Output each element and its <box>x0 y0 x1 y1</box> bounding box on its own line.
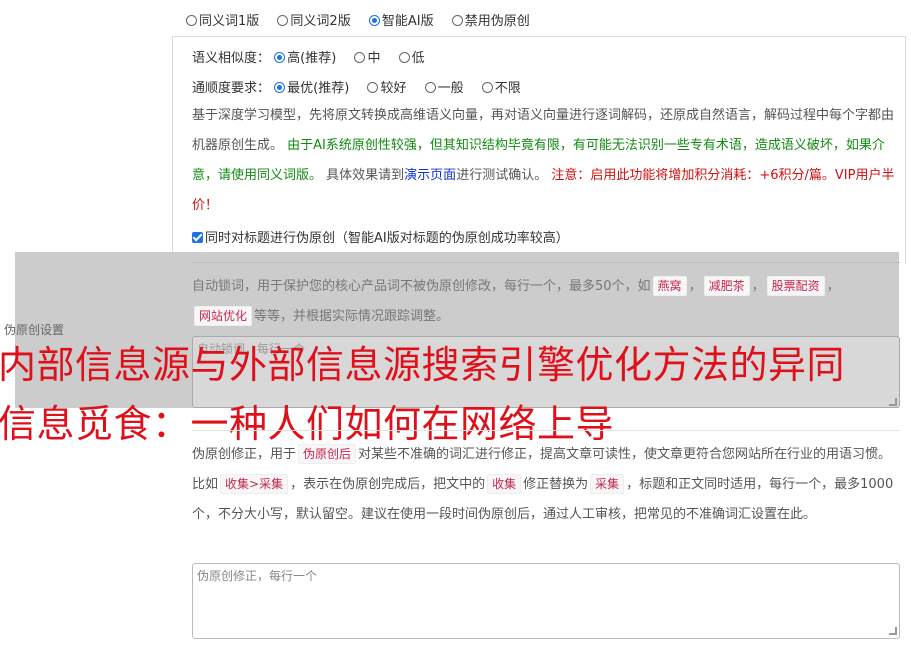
lock-words-text: 自动锁词，用于保护您的核心产品词不被伪原创修改，每行一个，最多50个，如 <box>192 279 651 294</box>
ai-description: 基于深度学习模型，先将原文转换成高维语义向量，再对语义向量进行逐词解码，还原成自… <box>192 101 900 221</box>
example-tag: 网站优化 <box>194 306 253 326</box>
correction-text: 伪原创修正，用于 <box>192 447 297 462</box>
example-tag: 采集 <box>590 474 625 494</box>
option-label: 高(推荐) <box>287 51 337 66</box>
radio-icon[interactable] <box>277 15 289 26</box>
resize-handle-icon[interactable] <box>889 398 897 406</box>
lock-words-text: 等等，并根据实际情况跟踪调整。 <box>254 309 450 324</box>
fluency-option-best[interactable]: 最优(推荐) <box>274 81 349 96</box>
radio-icon[interactable] <box>481 82 493 93</box>
fluency-row: 通顺度要求： 最优(推荐) 较好 一般 不限 <box>192 77 535 96</box>
radio-icon[interactable] <box>398 52 410 63</box>
mode-options: 同义词1版 同义词2版 智能AI版 禁用伪原创 <box>186 10 544 29</box>
example-tag: 收集>采集 <box>220 474 289 494</box>
option-label: 中 <box>367 51 381 66</box>
description-text: 进行测试确认。 <box>456 168 548 183</box>
similarity-option-low[interactable]: 低 <box>398 51 425 66</box>
correction-input[interactable]: 伪原创修正，每行一个 <box>192 563 900 639</box>
option-label: 低 <box>411 51 425 66</box>
fluency-option-good[interactable]: 较好 <box>367 81 406 96</box>
similarity-row: 语义相似度： 高(推荐) 中 低 <box>192 47 439 66</box>
title-rewrite-option[interactable]: 同时对标题进行伪原创（智能AI版对标题的伪原创成功率较高） <box>192 227 569 246</box>
title-rewrite-label: 同时对标题进行伪原创（智能AI版对标题的伪原创成功率较高） <box>205 231 569 246</box>
mode-option-label: 同义词2版 <box>290 14 351 29</box>
option-label: 不限 <box>494 81 521 96</box>
mode-option-ai[interactable]: 智能AI版 <box>368 14 434 29</box>
option-label: 一般 <box>437 81 464 96</box>
overlay-title-line1: 内部信息源与外部信息源搜索引擎优化方法的异同 <box>0 343 846 387</box>
similarity-option-mid[interactable]: 中 <box>354 51 380 66</box>
divider <box>192 430 900 431</box>
example-tag: 伪原创后 <box>298 444 357 464</box>
correction-text: ，表示在伪原创完成后，把文中的 <box>290 477 486 492</box>
radio-icon[interactable] <box>367 82 379 93</box>
example-tag: 股票配资 <box>766 276 825 296</box>
divider <box>192 262 900 263</box>
radio-icon[interactable] <box>424 82 436 93</box>
radio-selected-icon[interactable] <box>274 82 286 93</box>
example-tag: 减肥茶 <box>703 276 750 296</box>
fluency-option-normal[interactable]: 一般 <box>424 81 464 96</box>
radio-selected-icon[interactable] <box>274 52 286 63</box>
demo-page-link[interactable]: 演示页面 <box>404 168 456 183</box>
mode-option-label: 禁用伪原创 <box>464 14 530 29</box>
mode-option-label: 智能AI版 <box>381 14 434 29</box>
radio-icon[interactable] <box>186 15 197 26</box>
mode-option-synonym2[interactable]: 同义词2版 <box>277 14 351 29</box>
fluency-option-any[interactable]: 不限 <box>481 81 521 96</box>
option-label: 较好 <box>380 81 407 96</box>
resize-handle-icon[interactable] <box>889 627 897 635</box>
example-tag: 收集 <box>487 474 522 494</box>
radio-selected-icon[interactable] <box>368 15 380 26</box>
similarity-option-high[interactable]: 高(推荐) <box>274 51 336 66</box>
radio-icon[interactable] <box>451 15 463 26</box>
example-tag: 燕窝 <box>652 276 687 296</box>
mode-option-disable[interactable]: 禁用伪原创 <box>451 14 530 29</box>
description-text: 具体效果请到 <box>326 168 405 183</box>
similarity-label: 语义相似度： <box>192 51 271 66</box>
radio-icon[interactable] <box>354 52 366 63</box>
correction-description: 伪原创修正，用于 伪原创后 对某些不准确的词汇进行修正，提高文章可读性，使文章更符合… <box>192 440 900 530</box>
mode-option-label: 同义词1版 <box>199 14 260 29</box>
correction-text: 修正替换为 <box>523 477 589 492</box>
option-label: 最优(推荐) <box>287 81 350 96</box>
fluency-label: 通顺度要求： <box>192 81 271 96</box>
checkbox-checked-icon[interactable] <box>192 232 203 243</box>
lock-words-description: 自动锁词，用于保护您的核心产品词不被伪原创修改，每行一个，最多50个，如 燕窝，减… <box>192 272 900 332</box>
mode-option-synonym1[interactable]: 同义词1版 <box>186 14 259 29</box>
